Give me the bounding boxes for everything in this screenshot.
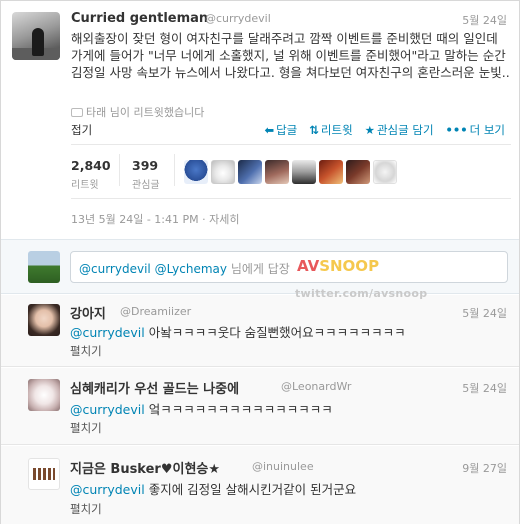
divider	[119, 154, 120, 186]
avatar[interactable]	[28, 379, 60, 411]
watermark-url: twitter.com/avsnoop	[295, 287, 428, 300]
expand-link[interactable]: 펼치기	[70, 501, 102, 517]
author-name[interactable]: 심혜캐리가 우선 골드는 나중에	[70, 378, 239, 397]
author-handle[interactable]: @inuinulee	[252, 460, 314, 473]
reply-tweet[interactable]: 심혜캐리가 우선 골드는 나중에 @LeonardWr 5월 24일 @curr…	[1, 368, 519, 445]
favorite-count-label: 관심글	[132, 180, 160, 191]
reply-button[interactable]: ⬅ 답글	[264, 122, 297, 138]
avatar	[28, 251, 60, 283]
author-handle[interactable]: @Dreamiizer	[120, 305, 191, 318]
watermark-brand-a: AV	[297, 257, 320, 275]
tweet-text: @currydevil 엌ㅋㅋㅋㅋㅋㅋㅋㅋㅋㅋㅋㅋㅋㅋㅋ	[70, 399, 333, 418]
divider	[71, 144, 511, 145]
retweet-count[interactable]: 2,840 리트윗	[71, 158, 111, 191]
mention-link[interactable]: @currydevil	[70, 482, 145, 497]
retweeter-avatar[interactable]	[319, 160, 343, 184]
expand-link[interactable]: 펼치기	[70, 420, 102, 436]
retweeter-avatar[interactable]	[346, 160, 370, 184]
retweeter-avatar[interactable]	[292, 160, 316, 184]
reply-mention: @currydevil	[79, 262, 151, 276]
tweet-text: @currydevil 아놬ㅋㅋㅋㅋ웃다 숨질뻔했어요ㅋㅋㅋㅋㅋㅋㅋㅋ	[70, 322, 406, 341]
avatar[interactable]	[28, 304, 60, 336]
tweet-timestamp[interactable]: 13년 5월 24일 - 1:41 PM · 자세히	[71, 211, 239, 227]
author-name[interactable]: 강아지	[70, 303, 106, 322]
tweet-date[interactable]: 9월 27일	[462, 460, 507, 476]
reply-tweet[interactable]: 지금은 Busker♥이현승★ @inuinulee 9월 27일 @curry…	[1, 446, 519, 524]
more-button[interactable]: ••• 더 보기	[446, 122, 505, 138]
watermark-brand-b: SNOOP	[319, 257, 380, 275]
reply-input[interactable]: @currydevil @Lychemay 님에게 답장	[70, 251, 508, 283]
star-icon: ★	[364, 123, 375, 137]
mention-link[interactable]: @currydevil	[70, 325, 145, 340]
collapse-link[interactable]: 접기	[71, 122, 92, 138]
tweet-text: @currydevil 좋지에 김정일 살해시킨거같이 된거군요	[70, 479, 356, 498]
retweeted-by: 타래 님이 리트윗했습니다	[71, 104, 204, 120]
retweeted-by-label[interactable]: 타래 님이 리트윗했습니다	[86, 106, 204, 119]
tweet-body: 좋지에 김정일 살해시킨거같이 된거군요	[144, 482, 357, 497]
divider	[71, 198, 511, 199]
retweeter-avatar[interactable]	[373, 160, 397, 184]
retweeter-avatar[interactable]	[184, 160, 208, 184]
expand-link[interactable]: 펼치기	[70, 343, 102, 359]
retweeter-avatar[interactable]	[238, 160, 262, 184]
reply-placeholder: 님에게 답장	[230, 262, 290, 276]
tweet-date[interactable]: 5월 24일	[462, 305, 507, 321]
retweet-icon: ⇅	[309, 123, 319, 137]
author-handle[interactable]: @currydevil	[205, 12, 271, 25]
retweeter-avatar[interactable]	[265, 160, 289, 184]
avatar[interactable]	[28, 458, 60, 490]
retweeter-avatar[interactable]	[211, 160, 235, 184]
tweet-detail-panel: Curried gentleman @currydevil 5월 24일 해외출…	[0, 0, 520, 524]
tweet-body: 엌ㅋㅋㅋㅋㅋㅋㅋㅋㅋㅋㅋㅋㅋㅋㅋ	[144, 402, 333, 417]
favorite-button[interactable]: ★ 관심글 담기	[365, 122, 434, 138]
retweeter-avatars	[184, 160, 397, 184]
mention-link[interactable]: @currydevil	[70, 402, 145, 417]
tweet-text: 해외출장이 잦던 형이 여자친구를 달래주려고 깜짝 이벤트를 준비했던 때의 …	[71, 31, 510, 80]
author-name[interactable]: Curried gentleman	[71, 11, 208, 26]
watermark-brand: AVSNOOP	[297, 257, 379, 275]
more-label: 더 보기	[469, 123, 505, 137]
retweet-label: 리트윗	[320, 123, 353, 137]
reply-tweet[interactable]: 강아지 @Dreamiizer 5월 24일 @currydevil 아놬ㅋㅋㅋ…	[1, 295, 519, 367]
reply-icon: ⬅	[264, 123, 275, 137]
tweet-date[interactable]: 5월 24일	[462, 12, 507, 28]
author-handle[interactable]: @LeonardWr	[281, 380, 351, 393]
avatar-logo	[33, 468, 55, 480]
tweet-body: 아놬ㅋㅋㅋㅋ웃다 숨질뻔했어요ㅋㅋㅋㅋㅋㅋㅋㅋ	[144, 325, 406, 340]
tweet-date[interactable]: 5월 24일	[462, 380, 507, 396]
retweet-count-label: 리트윗	[71, 180, 99, 191]
reply-label: 답글	[276, 123, 298, 137]
author-name[interactable]: 지금은 Busker♥이현승★	[70, 458, 220, 477]
retweet-indicator-icon	[71, 108, 83, 117]
favorite-count[interactable]: 399 관심글	[132, 158, 160, 191]
main-tweet: Curried gentleman @currydevil 5월 24일 해외출…	[1, 1, 519, 239]
divider	[174, 154, 175, 186]
favorite-count-value: 399	[132, 158, 159, 173]
favorite-label: 관심글 담기	[376, 123, 434, 137]
more-icon: •••	[445, 123, 468, 137]
avatar-figure	[32, 28, 44, 56]
avatar[interactable]	[12, 12, 60, 60]
reply-mention: @Lychemay	[154, 262, 227, 276]
retweet-count-value: 2,840	[71, 158, 111, 173]
reply-composer: @currydevil @Lychemay 님에게 답장	[1, 239, 519, 294]
retweet-button[interactable]: ⇅ 리트윗	[309, 122, 352, 138]
tweet-actions: ⬅ 답글 ⇅ 리트윗 ★ 관심글 담기 ••• 더 보기	[264, 122, 505, 138]
